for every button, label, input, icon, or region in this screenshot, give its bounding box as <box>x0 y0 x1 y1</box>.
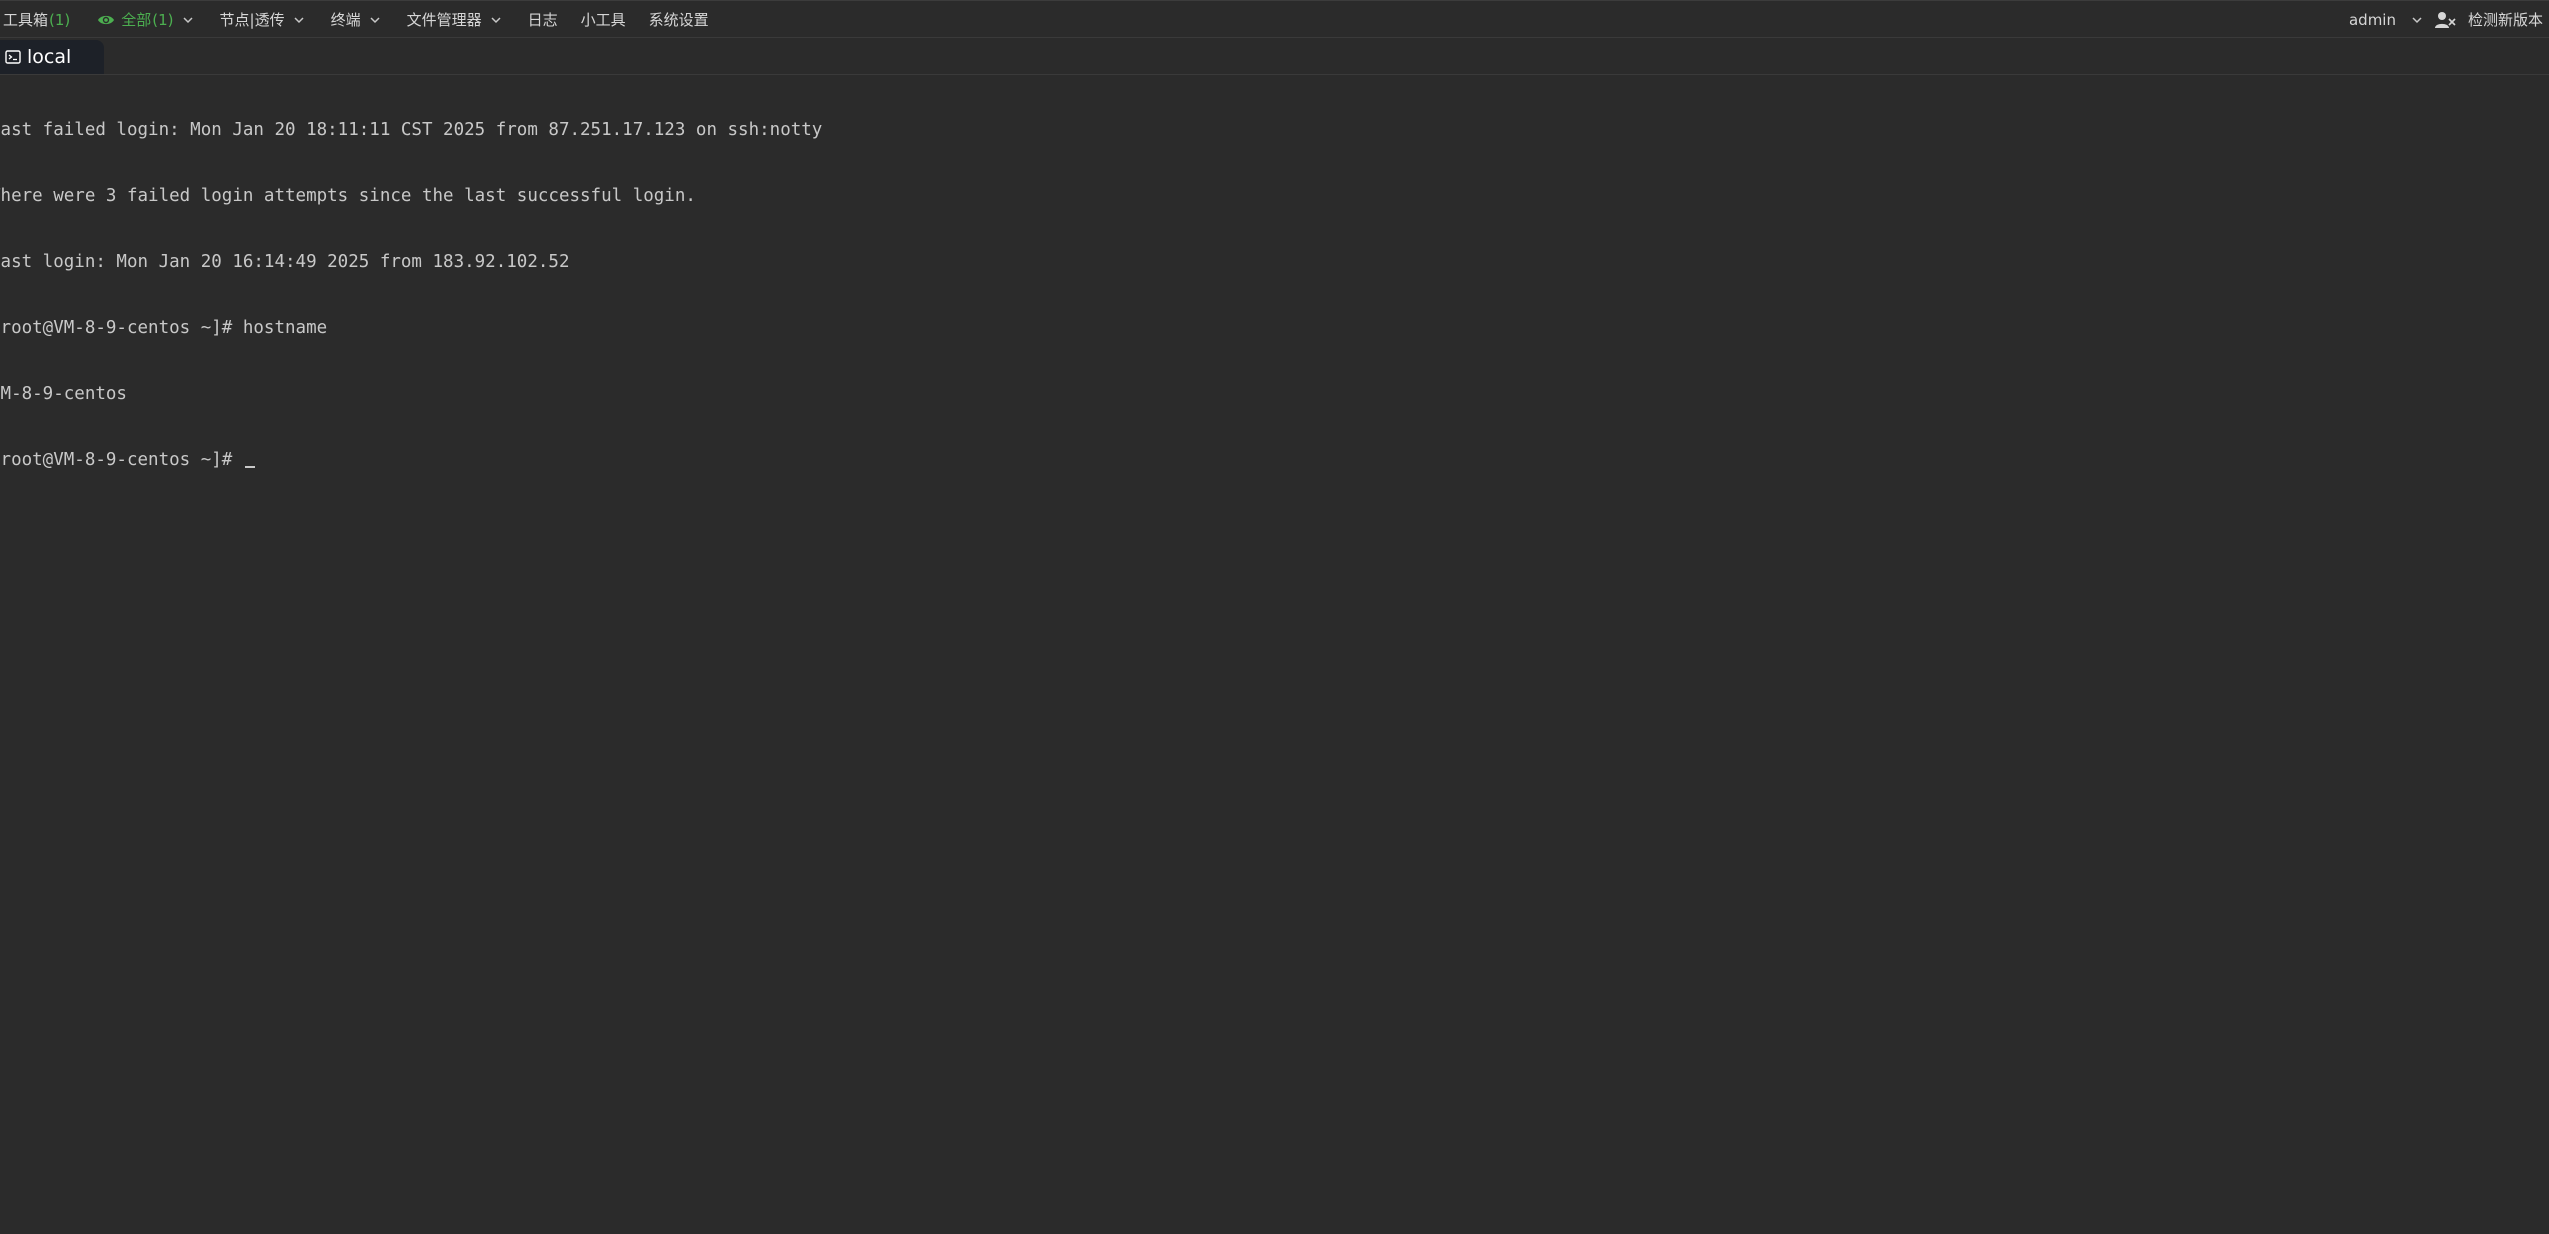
terminal-icon <box>5 49 21 65</box>
app-window: 工具箱 (1) 全部 (1) 节点|透传 终端 文件管理器 日志 小工具 系统设… <box>0 0 2549 1234</box>
user-name: admin <box>2348 10 2396 29</box>
tab-local[interactable]: local <box>0 40 104 74</box>
menu-node-tunnel[interactable]: 节点|透传 <box>220 1 306 38</box>
menu-terminal-label: 终端 <box>330 11 361 29</box>
tab-label: local <box>27 46 72 68</box>
terminal-prompt: [root@VM-8-9-centos ~]# <box>0 450 243 470</box>
terminal-line: [root@VM-8-9-centos ~]# hostname <box>0 318 328 338</box>
terminal-line: There were 3 failed login attempts since… <box>0 186 696 206</box>
menu-log-label: 日志 <box>527 11 558 29</box>
menu-log[interactable]: 日志 <box>528 1 558 38</box>
menu-toolbox[interactable]: 工具箱 (1) <box>3 1 70 38</box>
chevron-down-icon <box>181 13 195 27</box>
menu-node-tunnel-label: 节点|透传 <box>219 11 285 29</box>
menu-right-group: admin 检测新版本 <box>2349 1 2543 38</box>
terminal-prompt-line: [root@VM-8-9-centos ~]# <box>0 449 822 471</box>
top-menu-bar: 工具箱 (1) 全部 (1) 节点|透传 终端 文件管理器 日志 小工具 系统设… <box>0 0 2549 38</box>
terminal-line: Last failed login: Mon Jan 20 18:11:11 C… <box>0 120 823 140</box>
menu-tools-label: 小工具 <box>580 11 626 29</box>
terminal-output: Last failed login: Mon Jan 20 18:11:11 C… <box>0 75 822 515</box>
terminal-cursor <box>244 466 255 468</box>
menu-all-label: 全部 <box>121 11 152 29</box>
terminal-view[interactable]: Last failed login: Mon Jan 20 18:11:11 C… <box>0 75 2549 1234</box>
menu-toolbox-label: 工具箱 <box>3 11 49 29</box>
chevron-down-icon <box>489 13 503 27</box>
menu-system-settings[interactable]: 系统设置 <box>649 1 709 38</box>
user-settings-icon[interactable] <box>2434 10 2456 30</box>
tab-bar: local <box>0 38 2549 75</box>
menu-file-manager-label: 文件管理器 <box>406 11 482 29</box>
chevron-down-icon <box>2410 13 2424 27</box>
eye-icon <box>97 13 115 27</box>
menu-tools[interactable]: 小工具 <box>581 1 626 38</box>
chevron-down-icon <box>368 13 382 27</box>
menu-terminal[interactable]: 终端 <box>331 1 382 38</box>
menu-left-group: 工具箱 (1) 全部 (1) 节点|透传 终端 文件管理器 日志 小工具 系统设… <box>0 1 709 38</box>
terminal-line: Last login: Mon Jan 20 16:14:49 2025 fro… <box>0 252 570 272</box>
menu-file-manager[interactable]: 文件管理器 <box>407 1 503 38</box>
menu-toolbox-count: (1) <box>49 10 71 29</box>
user-menu[interactable]: admin <box>2349 1 2424 38</box>
chevron-down-icon <box>292 13 306 27</box>
menu-all[interactable]: 全部 (1) <box>97 1 194 38</box>
terminal-line: VM-8-9-centos <box>0 384 127 404</box>
menu-all-count: (1) <box>152 10 174 29</box>
check-update-button[interactable]: 检测新版本 <box>2468 9 2543 30</box>
menu-system-settings-label: 系统设置 <box>648 11 709 29</box>
